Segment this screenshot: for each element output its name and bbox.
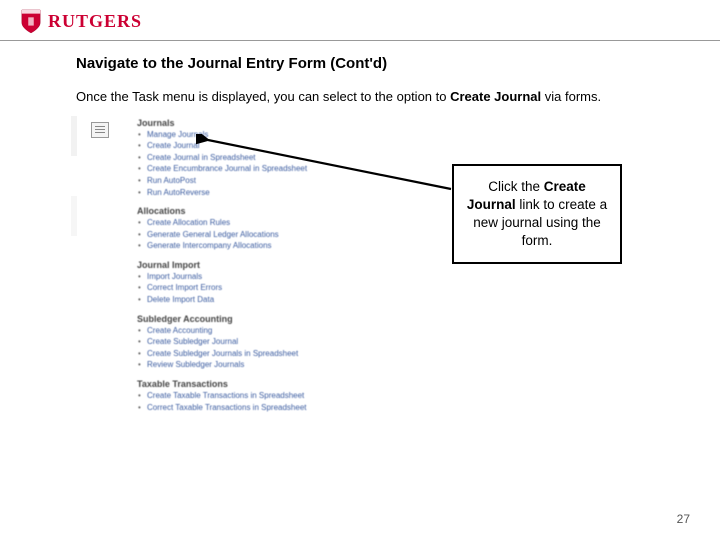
menu-section-heading: Journal Import — [137, 260, 376, 270]
menu-section-heading: Subledger Accounting — [137, 314, 376, 324]
menu-item-link[interactable]: Create Taxable Transactions in Spreadshe… — [137, 390, 376, 402]
menu-item-link[interactable]: Create Journal in Spreadsheet — [137, 152, 376, 164]
page-title: Navigate to the Journal Entry Form (Cont… — [76, 55, 644, 72]
menu-item-link[interactable]: Correct Import Errors — [137, 282, 376, 294]
menu-section-heading: Allocations — [137, 206, 376, 216]
header: RUTGERS — [0, 0, 720, 41]
menu-section-heading: Journals — [137, 118, 376, 128]
menu-item-link[interactable]: Create Accounting — [137, 325, 376, 337]
menu-item-link[interactable]: Generate General Ledger Allocations — [137, 229, 376, 241]
rutgers-shield-icon — [20, 8, 42, 34]
menu-item-link[interactable]: Create Encumbrance Journal in Spreadshee… — [137, 163, 376, 175]
menu-item-link[interactable]: Delete Import Data — [137, 294, 376, 306]
menu-item-link[interactable]: Create Subledger Journals in Spreadsheet — [137, 348, 376, 360]
panel-left-strip — [71, 116, 77, 414]
menu-item-link[interactable]: Generate Intercompany Allocations — [137, 240, 376, 252]
content: Navigate to the Journal Entry Form (Cont… — [0, 41, 720, 426]
menu-item-link[interactable]: Review Subledger Journals — [137, 359, 376, 371]
callout-t1: Click the — [488, 179, 544, 194]
page-number: 27 — [677, 512, 690, 526]
menu-section-heading: Taxable Transactions — [137, 379, 376, 389]
intro-text: Once the Task menu is displayed, you can… — [76, 88, 644, 106]
task-menu-panel: JournalsManage JournalsCreate JournalCre… — [76, 116, 376, 414]
intro-part-a: Once the Task menu is displayed, you can… — [76, 89, 450, 104]
menu-item-link[interactable]: Run AutoReverse — [137, 187, 376, 199]
intro-part-c: via forms. — [541, 89, 601, 104]
screenshot-region: JournalsManage JournalsCreate JournalCre… — [76, 116, 636, 426]
menu-item-link[interactable]: Create Allocation Rules — [137, 217, 376, 229]
intro-part-bold: Create Journal — [450, 89, 541, 104]
menu-content: JournalsManage JournalsCreate JournalCre… — [83, 116, 376, 414]
menu-item-link[interactable]: Correct Taxable Transactions in Spreadsh… — [137, 402, 376, 414]
menu-item-link[interactable]: Create Subledger Journal — [137, 336, 376, 348]
menu-item-link[interactable]: Import Journals — [137, 271, 376, 283]
menu-item-link[interactable]: Run AutoPost — [137, 175, 376, 187]
brand-name: RUTGERS — [48, 11, 142, 32]
menu-item-link[interactable]: Manage Journals — [137, 129, 376, 141]
menu-item-link[interactable]: Create Journal — [137, 140, 376, 152]
callout-box: Click the Create Journal link to create … — [452, 164, 622, 265]
